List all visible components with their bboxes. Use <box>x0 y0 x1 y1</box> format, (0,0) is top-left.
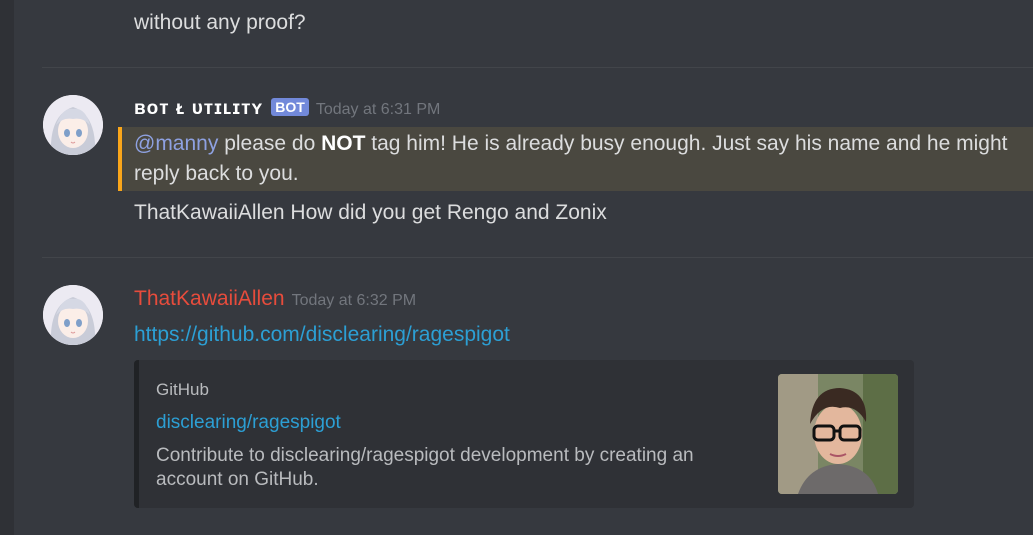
embed-title[interactable]: disclearing/ragespigot <box>156 412 341 434</box>
timestamp[interactable]: Today at 6:32 PM <box>292 292 417 310</box>
avatar[interactable] <box>43 285 103 345</box>
previous-message-text: without any proof? <box>134 11 306 34</box>
message-content: ThatKawaiiAllen How did you get Rengo an… <box>134 201 607 224</box>
link-embed: GitHub disclearing/ragespigot Contribute… <box>134 360 914 508</box>
message-link[interactable]: https://github.com/disclearing/ragespigo… <box>134 323 510 346</box>
message-divider <box>42 67 1033 68</box>
timestamp[interactable]: Today at 6:31 PM <box>316 101 441 119</box>
message-header: ThatKawaiiAllen Today at 6:32 PM <box>134 287 416 311</box>
message-header: ʙᴏᴛ ᴌ ᴜᴛɪʟɪᴛʏ BOT Today at 6:31 PM <box>134 98 440 120</box>
embed-provider[interactable]: GitHub <box>156 380 209 400</box>
mention-highlight-bar <box>118 127 122 191</box>
avatar[interactable] <box>43 95 103 155</box>
message-text: tag him! He is already busy enough. Just… <box>365 132 1008 155</box>
embed-accent-bar <box>134 360 139 508</box>
message-content: @manny please do NOT tag him! He is alre… <box>134 129 1007 159</box>
message-text: please do <box>218 132 322 155</box>
message-text-line2: reply back to you. <box>134 162 299 185</box>
message-divider <box>42 257 1033 258</box>
user-mention[interactable]: @manny <box>134 132 218 155</box>
bot-badge: BOT <box>271 98 309 116</box>
username[interactable]: ʙᴏᴛ ᴌ ᴜᴛɪʟɪᴛʏ <box>134 98 263 120</box>
embed-thumbnail[interactable] <box>778 374 898 494</box>
embed-description: Contribute to disclearing/ragespigot dev… <box>156 445 694 490</box>
username[interactable]: ThatKawaiiAllen <box>134 287 285 311</box>
message-bold-text: NOT <box>321 132 366 155</box>
channel-sidebar-edge <box>0 0 14 535</box>
message-content: https://github.com/disclearing/ragespigo… <box>134 320 510 350</box>
